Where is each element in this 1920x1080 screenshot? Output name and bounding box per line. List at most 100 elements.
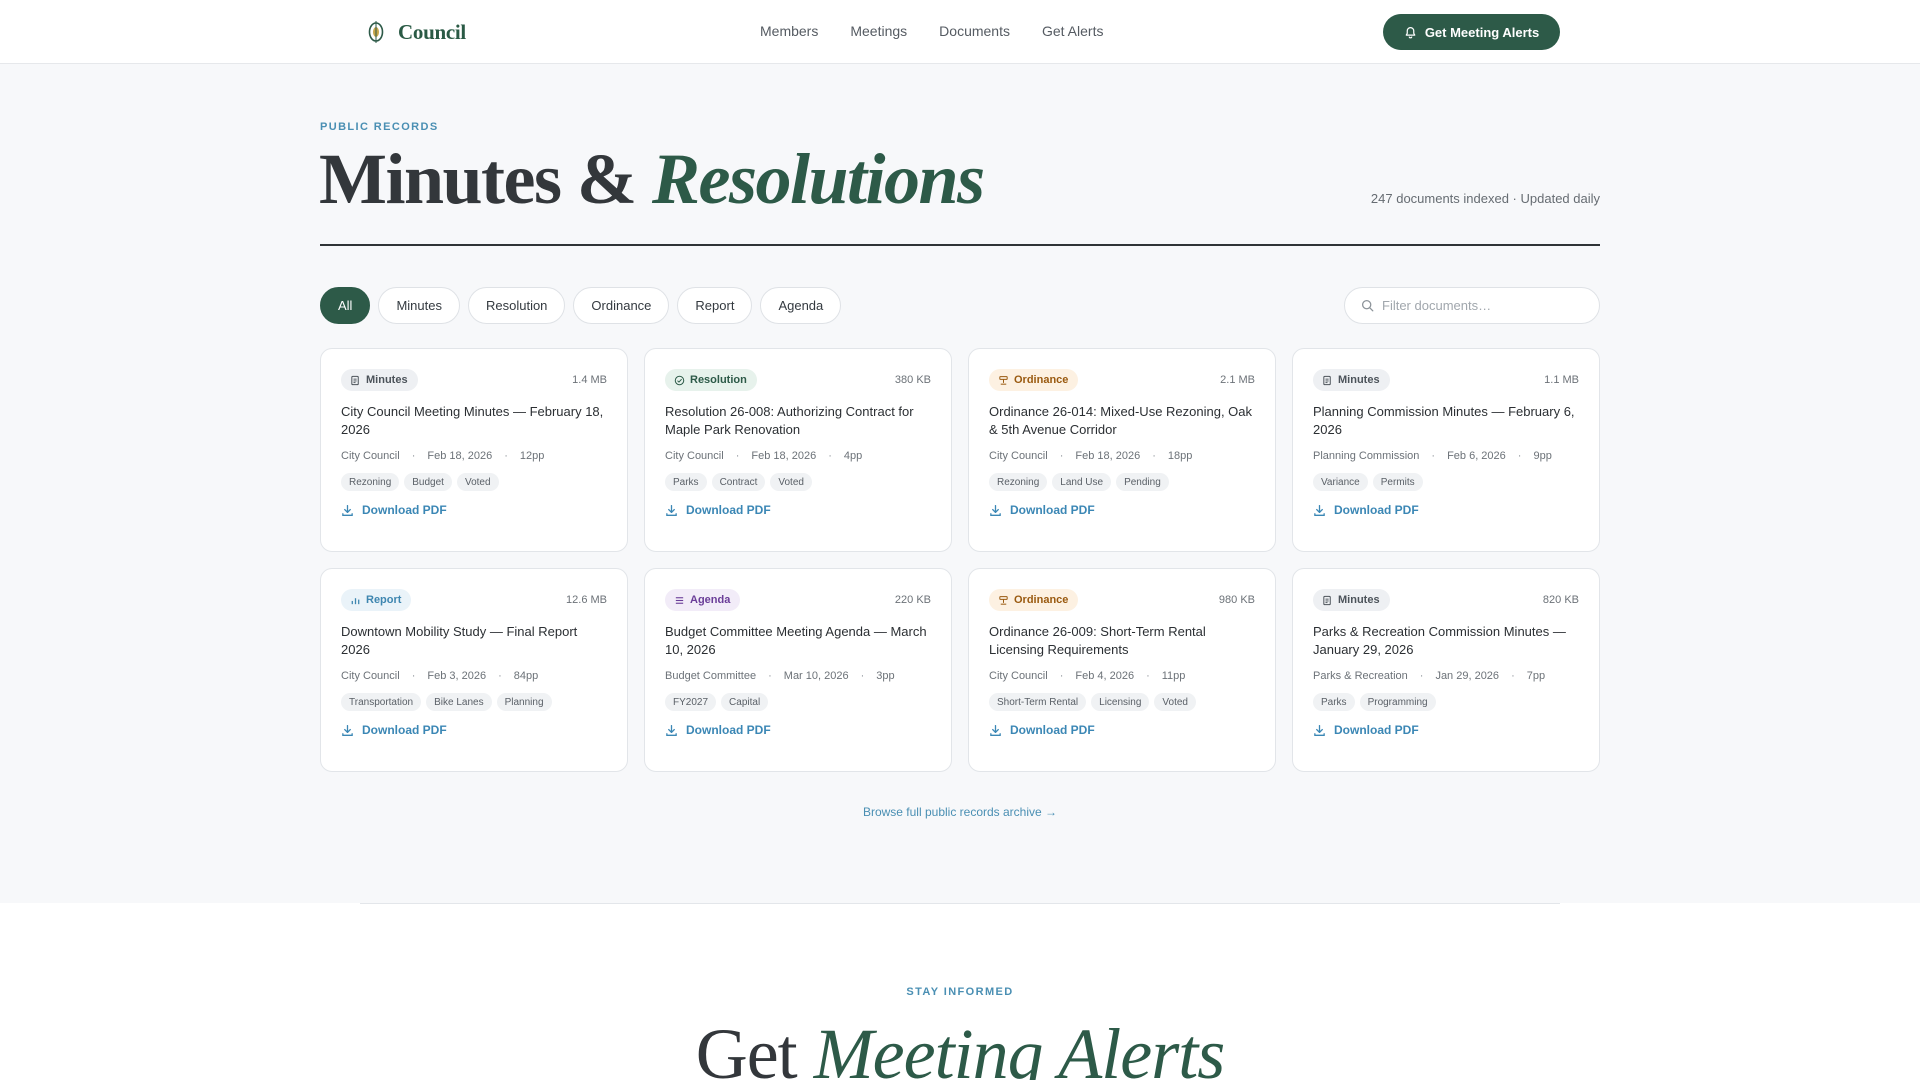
document-title[interactable]: Ordinance 26-014: Mixed-Use Rezoning, Oa… <box>989 403 1255 439</box>
meta-separator: · <box>504 450 508 462</box>
tag-list: Parks Contract Voted <box>665 473 931 491</box>
document-date: Feb 18, 2026 <box>751 450 817 462</box>
document-title[interactable]: Downtown Mobility Study — Final Report 2… <box>341 623 607 659</box>
download-pdf-link[interactable]: Download PDF <box>665 723 931 737</box>
document-date: Mar 10, 2026 <box>783 670 849 682</box>
document-card[interactable]: Minutes 1.4 MB City Council Meeting Minu… <box>320 348 628 552</box>
type-badge: Minutes <box>1313 589 1390 611</box>
document-body: City Council <box>665 450 724 462</box>
document-meta: City Council · Feb 18, 2026 · 4pp <box>665 450 931 462</box>
get-meeting-alerts-button[interactable]: Get Meeting Alerts <box>1383 14 1560 50</box>
alerts-divider <box>360 903 1560 904</box>
alerts-title: Get Meeting Alerts <box>0 1009 1920 1080</box>
filter-chip-ordinance[interactable]: Ordinance <box>573 287 670 324</box>
tag: Parks <box>665 473 707 491</box>
nav-link-members[interactable]: Members <box>760 23 818 39</box>
document-body: Planning Commission <box>1313 450 1420 462</box>
card-header: Ordinance 980 KB <box>989 589 1255 611</box>
document-title[interactable]: City Council Meeting Minutes — February … <box>341 403 607 439</box>
bell-icon <box>1405 26 1416 38</box>
tag: Budget <box>404 473 452 491</box>
tag-list: Parks Programming <box>1313 693 1579 711</box>
download-pdf-link[interactable]: Download PDF <box>989 503 1255 517</box>
filter-chip-all[interactable]: All <box>320 287 371 324</box>
download-pdf-link[interactable]: Download PDF <box>341 503 607 517</box>
document-body: City Council <box>341 670 400 682</box>
meta-separator: · <box>1517 450 1522 462</box>
title-accent: Resolutions <box>651 139 985 219</box>
filter-chip-minutes[interactable]: Minutes <box>378 287 460 324</box>
type-badge: Minutes <box>341 369 418 391</box>
tag: FY2027 <box>665 693 717 711</box>
document-meta: Planning Commission · Feb 6, 2026 · 9pp <box>1313 450 1579 462</box>
download-pdf-link[interactable]: Download PDF <box>665 503 931 517</box>
document-title[interactable]: Parks & Recreation Commission Minutes — … <box>1313 623 1579 659</box>
type-badge: Ordinance <box>989 589 1079 611</box>
document-card[interactable]: Agenda 220 KB Budget Committee Meeting A… <box>644 568 952 772</box>
tag: Transportation <box>341 693 422 711</box>
alerts-section: STAY INFORMED Get Meeting Alerts <box>0 903 1920 1080</box>
document-title[interactable]: Planning Commission Minutes — February 6… <box>1313 403 1579 439</box>
tag: Capital <box>721 693 769 711</box>
card-header: Agenda 220 KB <box>665 589 931 611</box>
file-size: 2.1 MB <box>1220 374 1255 386</box>
file-size: 220 KB <box>894 594 931 606</box>
document-pages: 9pp <box>1533 450 1552 462</box>
card-header: Ordinance 2.1 MB <box>989 369 1255 391</box>
meta-separator: · <box>1431 450 1436 462</box>
document-icon <box>350 375 361 386</box>
filter-chip-report[interactable]: Report <box>677 287 753 324</box>
tag: Programming <box>1359 693 1436 711</box>
download-pdf-link[interactable]: Download PDF <box>1313 503 1579 517</box>
nav-link-meetings[interactable]: Meetings <box>850 23 907 39</box>
document-card[interactable]: Ordinance 980 KB Ordinance 26-009: Short… <box>968 568 1276 772</box>
brand-name: Council <box>398 19 466 44</box>
alerts-eyebrow: STAY INFORMED <box>906 986 1014 998</box>
document-card[interactable]: Ordinance 2.1 MB Ordinance 26-014: Mixed… <box>968 348 1276 552</box>
download-label: Download PDF <box>1010 503 1095 517</box>
filter-chip-agenda[interactable]: Agenda <box>760 287 842 324</box>
meta-separator: · <box>735 450 740 462</box>
tag: Parks <box>1313 693 1355 711</box>
meta-separator: · <box>1511 670 1515 682</box>
filter-chip-resolution[interactable]: Resolution <box>467 287 566 324</box>
document-body: Budget Committee <box>665 670 757 682</box>
file-size: 1.1 MB <box>1544 374 1579 386</box>
type-badge-label: Report <box>366 594 402 606</box>
document-meta: City Council · Feb 3, 2026 · 84pp <box>341 670 607 682</box>
list-icon <box>674 595 685 606</box>
gavel-icon <box>998 595 1009 606</box>
meta-separator: · <box>768 670 772 682</box>
page-title: Minutes & Resolutions <box>319 134 985 224</box>
brand[interactable]: Council <box>364 18 466 46</box>
type-badge-label: Ordinance <box>1014 594 1069 606</box>
download-label: Download PDF <box>1334 503 1419 517</box>
meta-separator: · <box>1146 670 1150 682</box>
download-icon <box>989 724 1002 737</box>
document-card[interactable]: Resolution 380 KB Resolution 26-008: Aut… <box>644 348 952 552</box>
document-card[interactable]: Minutes 820 KB Parks & Recreation Commis… <box>1292 568 1600 772</box>
document-date: Jan 29, 2026 <box>1435 670 1500 682</box>
download-icon <box>1313 724 1326 737</box>
tag-list: Short-Term Rental Licensing Voted <box>989 693 1255 711</box>
document-title[interactable]: Budget Committee Meeting Agenda — March … <box>665 623 931 659</box>
document-card[interactable]: Report 12.6 MB Downtown Mobility Study —… <box>320 568 628 772</box>
download-icon <box>1313 504 1326 517</box>
document-title[interactable]: Ordinance 26-009: Short-Term Rental Lice… <box>989 623 1255 659</box>
download-pdf-link[interactable]: Download PDF <box>989 723 1255 737</box>
bar-chart-icon <box>350 595 361 606</box>
check-circle-icon <box>674 375 685 386</box>
download-pdf-link[interactable]: Download PDF <box>341 723 607 737</box>
document-title[interactable]: Resolution 26-008: Authorizing Contract … <box>665 403 931 439</box>
document-date: Feb 18, 2026 <box>1075 450 1141 462</box>
document-card[interactable]: Minutes 1.1 MB Planning Commission Minut… <box>1292 348 1600 552</box>
browse-archive-link[interactable]: Browse full public records archive → <box>0 805 1920 819</box>
download-pdf-link[interactable]: Download PDF <box>1313 723 1579 737</box>
file-size: 12.6 MB <box>566 594 607 606</box>
filter-documents-input[interactable] <box>1382 298 1572 313</box>
card-header: Minutes 1.4 MB <box>341 369 607 391</box>
meta-separator: · <box>411 450 416 462</box>
document-body: City Council <box>341 450 400 462</box>
nav-link-get-alerts[interactable]: Get Alerts <box>1042 23 1103 39</box>
nav-link-documents[interactable]: Documents <box>939 23 1010 39</box>
